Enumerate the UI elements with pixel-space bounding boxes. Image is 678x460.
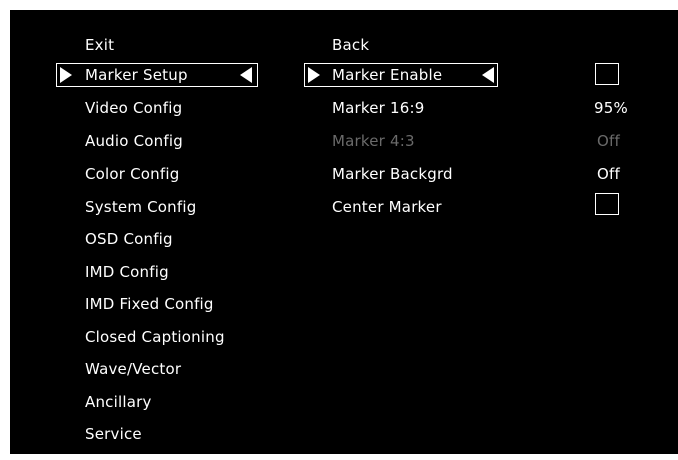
menu-item-imd-config[interactable]: IMD Config — [85, 263, 169, 281]
menu-item-marker-setup[interactable]: Marker Setup — [85, 66, 188, 84]
triangle-left-icon — [482, 67, 494, 83]
submenu-item-marker-4-3: Marker 4:3 — [332, 132, 415, 150]
osd-screen: Exit Marker Setup Video Config Audio Con… — [10, 10, 678, 454]
menu-item-system-config[interactable]: System Config — [85, 198, 196, 216]
menu-item-exit[interactable]: Exit — [85, 36, 114, 54]
submenu-item-marker-backgrd[interactable]: Marker Backgrd — [332, 165, 453, 183]
submenu-item-marker-16-9[interactable]: Marker 16:9 — [332, 99, 425, 117]
marker-enable-checkbox[interactable] — [595, 63, 619, 85]
menu-item-video-config[interactable]: Video Config — [85, 99, 182, 117]
menu-item-color-config[interactable]: Color Config — [85, 165, 179, 183]
menu-item-ancillary[interactable]: Ancillary — [85, 393, 152, 411]
triangle-right-icon — [308, 67, 320, 83]
menu-item-wave-vector[interactable]: Wave/Vector — [85, 360, 181, 378]
center-marker-checkbox[interactable] — [595, 193, 619, 215]
menu-item-imd-fixed-config[interactable]: IMD Fixed Config — [85, 295, 214, 313]
triangle-right-icon — [60, 67, 72, 83]
submenu-item-center-marker[interactable]: Center Marker — [332, 198, 442, 216]
marker-16-9-value: 95% — [594, 99, 628, 117]
menu-item-osd-config[interactable]: OSD Config — [85, 230, 173, 248]
submenu-item-marker-enable[interactable]: Marker Enable — [332, 66, 442, 84]
menu-item-service[interactable]: Service — [85, 425, 142, 443]
submenu-item-back[interactable]: Back — [332, 36, 369, 54]
marker-backgrd-value: Off — [597, 165, 620, 183]
marker-4-3-value: Off — [597, 132, 620, 150]
menu-item-closed-captioning[interactable]: Closed Captioning — [85, 328, 225, 346]
triangle-left-icon — [240, 67, 252, 83]
menu-item-audio-config[interactable]: Audio Config — [85, 132, 183, 150]
